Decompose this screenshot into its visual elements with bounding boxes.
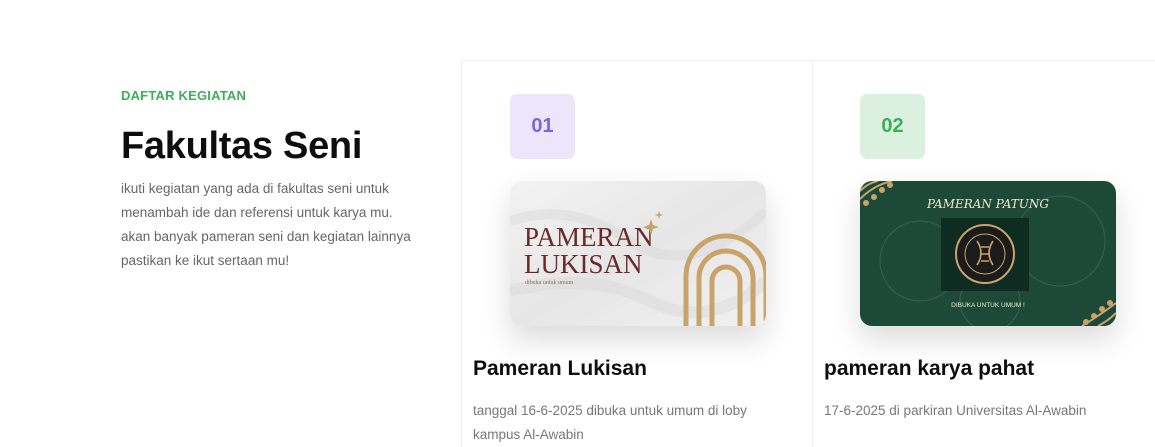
- event-description: tanggal 16-6-2025 dibuka untuk umum di l…: [473, 399, 803, 447]
- event-description-line: 17-6-2025 di parkiran Universitas Al-Awa…: [824, 403, 1087, 418]
- event-description-line: kampus Al-Awabin: [473, 427, 584, 442]
- description-line: ikuti kegiatan yang ada di fakultas seni…: [121, 181, 389, 196]
- event-number-badge: 02: [860, 94, 925, 159]
- event-title[interactable]: Pameran Lukisan: [473, 357, 647, 381]
- intro-section: DAFTAR KEGIATAN Fakultas Seni ikuti kegi…: [121, 88, 456, 273]
- poster-line-1: PAMERAN: [524, 222, 654, 252]
- poster-line-2: LUKISAN: [524, 249, 643, 279]
- section-title: Fakultas Seni: [121, 125, 363, 167]
- event-number-badge: 01: [510, 94, 575, 159]
- section-eyebrow: DAFTAR KEGIATAN: [121, 88, 247, 103]
- event-card-1[interactable]: 01 PAMERAN LUKISAN dibuka untuk umum Pam…: [461, 60, 812, 447]
- event-description: 17-6-2025 di parkiran Universitas Al-Awa…: [824, 399, 1155, 423]
- event-poster-image[interactable]: PAMERAN LUKISAN dibuka untuk umum: [510, 181, 766, 326]
- event-title[interactable]: pameran karya pahat: [824, 357, 1034, 381]
- section-description: ikuti kegiatan yang ada di fakultas seni…: [121, 177, 456, 273]
- poster-caption: DIBUKA UNTUK UMUM !: [951, 302, 1025, 309]
- event-description-line: tanggal 16-6-2025 dibuka untuk umum di l…: [473, 403, 747, 418]
- description-line: akan banyak pameran seni dan kegiatan la…: [121, 229, 411, 244]
- pameran-patung-poster: PAMERAN PATUNG DIBUKA UNTUK UMUM !: [860, 181, 1116, 326]
- poster-caption: dibuka untuk umum: [525, 280, 574, 286]
- description-line: menambah ide dan referensi untuk karya m…: [121, 205, 393, 220]
- poster-heading: PAMERAN PATUNG: [926, 197, 1049, 211]
- description-line: pastikan ke ikut sertaan mu!: [121, 253, 290, 268]
- event-card-2[interactable]: 02 PAMERAN PATUNG DIBUKA UNTUK UMUM ! pa…: [812, 60, 1155, 447]
- pameran-lukisan-poster: PAMERAN LUKISAN dibuka untuk umum: [510, 181, 766, 326]
- event-poster-image[interactable]: PAMERAN PATUNG DIBUKA UNTUK UMUM !: [860, 181, 1116, 326]
